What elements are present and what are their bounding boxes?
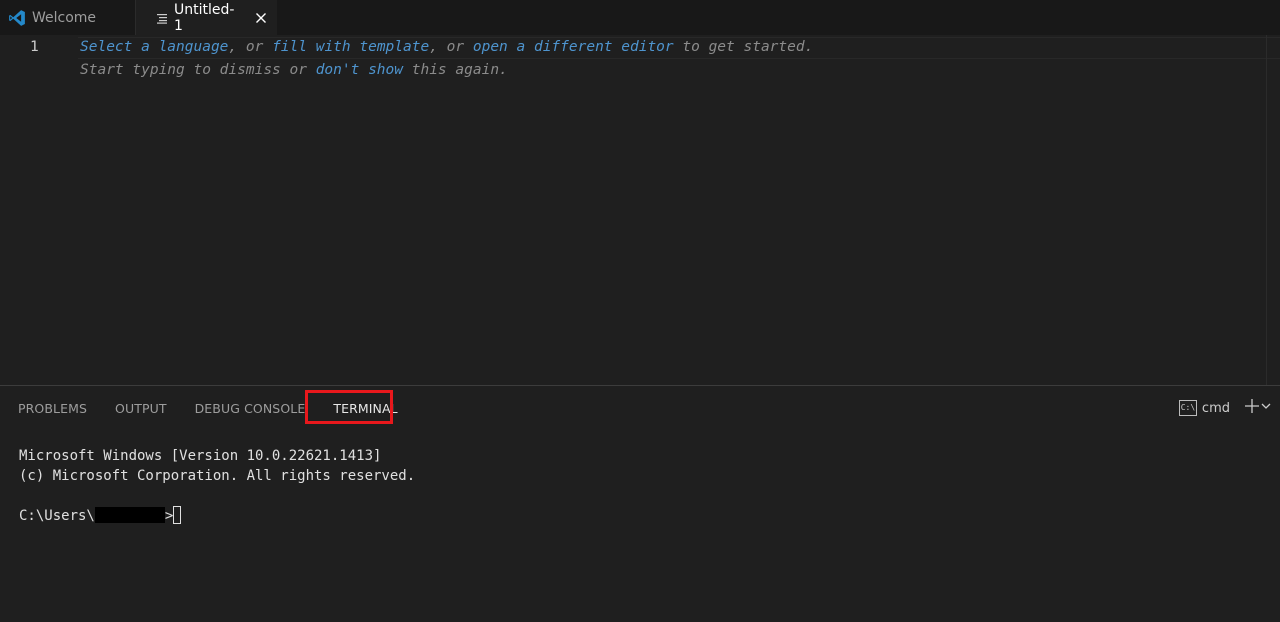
terminal-shell-icon[interactable]: C:\ [1178, 400, 1197, 416]
terminal-prompt: C:\Users\ [19, 508, 95, 524]
hint-text: Start typing to dismiss or [80, 62, 316, 78]
terminal-line: (c) Microsoft Corporation. All rights re… [19, 468, 416, 484]
hint-separator: , or [228, 39, 273, 55]
tab-welcome[interactable]: Welcome [0, 0, 136, 35]
fill-with-template-link[interactable]: fill with template [272, 39, 429, 55]
hint-text: to get started. [673, 39, 814, 55]
dont-show-link[interactable]: don't show [316, 62, 403, 78]
bottom-panel: PROBLEMS OUTPUT DEBUG CONSOLE TERMINAL C… [0, 385, 1280, 622]
line-number: 1 [30, 39, 39, 55]
new-terminal-icon[interactable] [1244, 398, 1260, 418]
terminal-actions: C:\ cmd [1178, 398, 1272, 418]
terminal-tab-highlight-box [305, 390, 393, 424]
terminal-shell-label[interactable]: cmd [1202, 401, 1230, 416]
tab-problems[interactable]: PROBLEMS [18, 400, 87, 418]
tab-untitled-1[interactable]: Untitled-1 [136, 0, 277, 35]
tab-debug-console[interactable]: DEBUG CONSOLE [195, 400, 306, 418]
open-different-editor-link[interactable]: open a different editor [473, 39, 674, 55]
terminal-output[interactable]: Microsoft Windows [Version 10.0.22621.14… [19, 446, 415, 526]
editor-hint-line-2: Start typing to dismiss or don't show th… [80, 62, 508, 78]
tab-output[interactable]: OUTPUT [115, 400, 167, 418]
hint-separator: , or [429, 39, 473, 55]
chevron-down-icon[interactable] [1260, 400, 1272, 416]
hint-text: this again. [403, 62, 508, 78]
select-language-link[interactable]: Select a language [80, 39, 228, 55]
close-icon[interactable] [255, 12, 267, 24]
text-file-icon [156, 12, 168, 24]
terminal-line: Microsoft Windows [Version 10.0.22621.14… [19, 448, 382, 464]
vscode-logo-icon [8, 9, 26, 27]
terminal-prompt-suffix: > [164, 508, 174, 524]
editor-tab-bar: Welcome Untitled-1 [0, 0, 1280, 35]
editor-scrollbar[interactable] [1266, 35, 1280, 385]
tab-welcome-label: Welcome [32, 9, 97, 26]
editor-hint-line-1: Select a language, or fill with template… [80, 39, 813, 55]
editor-area[interactable]: 1 Select a language, or fill with templa… [0, 35, 1280, 385]
tab-untitled-label: Untitled-1 [174, 1, 235, 34]
terminal-cursor [173, 506, 182, 524]
redacted-username [94, 507, 165, 523]
